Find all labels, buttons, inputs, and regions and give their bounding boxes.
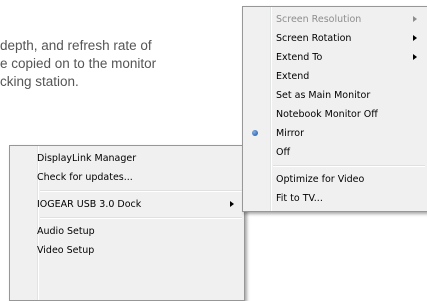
menu-item-label: Extend [276, 71, 310, 82]
radio-dot-icon [252, 130, 258, 136]
monitor-options-submenu: Screen Resolution Screen Rotation Extend… [242, 6, 427, 212]
menu-item-label: Set as Main Monitor [276, 90, 371, 101]
menu-item-video-setup[interactable]: Video Setup [10, 241, 244, 260]
menu-item-check-for-updates[interactable]: Check for updates... [10, 168, 244, 187]
menu-separator [273, 165, 425, 167]
menu-item-label: Screen Resolution [276, 14, 362, 25]
menu-item-notebook-monitor-off[interactable]: Notebook Monitor Off [243, 105, 427, 124]
menu-item-label: Check for updates... [37, 172, 133, 183]
displaylink-context-menu: DisplayLink Manager Check for updates...… [9, 145, 245, 301]
menu-separator [40, 190, 242, 192]
menu-item-screen-resolution[interactable]: Screen Resolution [243, 10, 427, 29]
menu-item-optimize-for-video[interactable]: Optimize for Video [243, 170, 427, 189]
menu-item-audio-setup[interactable]: Audio Setup [10, 222, 244, 241]
menu-item-extend-to[interactable]: Extend To [243, 48, 427, 67]
menu-item-label: Fit to TV... [276, 193, 323, 204]
menu-item-label: DisplayLink Manager [37, 153, 137, 164]
background-text-line-3: cking station. [0, 74, 79, 89]
menu-item-off[interactable]: Off [243, 143, 427, 162]
menu-item-fit-to-tv[interactable]: Fit to TV... [243, 189, 427, 208]
menu-item-extend[interactable]: Extend [243, 67, 427, 86]
menu-item-label: Audio Setup [37, 226, 95, 237]
menu-item-label: Mirror [276, 128, 304, 139]
menu-item-iogear-usb-dock[interactable]: IOGEAR USB 3.0 Dock [10, 195, 244, 214]
menu-separator [40, 217, 242, 219]
menu-item-label: Extend To [276, 52, 323, 63]
menu-item-mirror[interactable]: Mirror [243, 124, 427, 143]
menu-item-screen-rotation[interactable]: Screen Rotation [243, 29, 427, 48]
chevron-right-icon [413, 16, 417, 22]
menu-item-label: Notebook Monitor Off [276, 109, 378, 120]
chevron-right-icon [413, 54, 417, 60]
menu-item-label: IOGEAR USB 3.0 Dock [37, 199, 142, 210]
background-text-line-2: e copied on to the monitor [0, 56, 157, 71]
menu-item-label: Off [276, 147, 291, 158]
menu-item-displaylink-manager[interactable]: DisplayLink Manager [10, 149, 244, 168]
background-text-line-1: depth, and refresh rate of [0, 38, 152, 53]
menu-item-label: Screen Rotation [276, 33, 352, 44]
chevron-right-icon [413, 35, 417, 41]
chevron-right-icon [230, 201, 234, 207]
menu-item-label: Optimize for Video [276, 174, 365, 185]
menu-item-label: Video Setup [37, 245, 95, 256]
menu-item-set-as-main-monitor[interactable]: Set as Main Monitor [243, 86, 427, 105]
